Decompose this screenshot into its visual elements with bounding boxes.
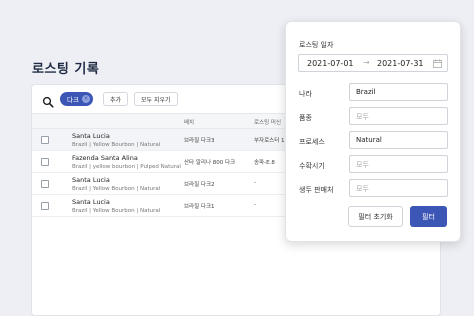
bean-details: Brazil | yellow bourbon | Pulped Natural: [72, 164, 181, 170]
column-header-machine: 로스팅 머신: [254, 120, 282, 126]
filter-chip[interactable]: 다크 ×: [60, 92, 93, 106]
bean-name: Santa Lucia: [72, 176, 110, 184]
country-field[interactable]: Brazil: [349, 83, 448, 101]
date-from[interactable]: 2021-07-01: [307, 59, 354, 68]
seller-field[interactable]: 모두: [349, 179, 448, 197]
bean-name: Santa Lucia: [72, 198, 110, 206]
clear-all-button[interactable]: 모두 지우기: [134, 92, 178, 106]
date-to[interactable]: 2021-07-31: [377, 59, 424, 68]
close-icon[interactable]: ×: [81, 95, 90, 103]
process-field[interactable]: Natural: [349, 131, 448, 149]
bean-name: Fazenda Santa Alina: [72, 154, 138, 162]
calendar-icon[interactable]: [433, 59, 442, 68]
roast-name: 브라질 다크1: [184, 204, 215, 210]
roast-machine: 부자로스터 1: [254, 138, 285, 144]
roast-machine: -: [254, 180, 256, 186]
process-label: 프로세스: [299, 138, 325, 146]
roast-machine: 송파-E.8: [254, 160, 275, 166]
column-header-batch: 배치: [184, 120, 195, 126]
row-checkbox[interactable]: [41, 136, 49, 144]
bean-details: Brazil | Yellow Bourbon | Natural: [72, 208, 161, 214]
add-button[interactable]: 추가: [102, 92, 129, 106]
date-label: 로스팅 일자: [299, 41, 334, 49]
reset-filter-button[interactable]: 필터 초기화: [348, 206, 403, 227]
variety-label: 품종: [299, 114, 312, 122]
filter-chip-label: 다크: [67, 96, 79, 104]
bean-details: Brazil | Yellow Bourbon | Natural: [72, 142, 161, 148]
roast-name: 산타 알리나 800 다크: [184, 160, 236, 166]
arrow-right-icon: →: [363, 58, 370, 67]
roast-name: 브라질 다크3: [184, 138, 215, 144]
filter-panel: 로스팅 일자 2021-07-01 → 2021-07-31 나라 Brazil…: [285, 21, 461, 242]
harvest-field[interactable]: 모두: [349, 155, 448, 173]
row-checkbox[interactable]: [41, 202, 49, 210]
date-range-picker[interactable]: 2021-07-01 → 2021-07-31: [298, 54, 448, 72]
roast-name: 브라질 다크2: [184, 182, 215, 188]
roast-machine: -: [254, 202, 256, 208]
bean-name: Santa Lucia: [72, 132, 110, 140]
apply-filter-button[interactable]: 필터: [410, 206, 447, 227]
variety-field[interactable]: 모두: [349, 107, 448, 125]
harvest-label: 수확시기: [299, 162, 325, 170]
seller-label: 생두 판매처: [299, 186, 334, 194]
row-checkbox[interactable]: [41, 180, 49, 188]
row-checkbox[interactable]: [41, 158, 49, 166]
search-icon[interactable]: [42, 93, 54, 108]
bean-details: Brazil | Yellow Bourbon | Natural: [72, 186, 161, 192]
page-title: 로스팅 기록: [32, 62, 100, 77]
country-label: 나라: [299, 90, 312, 98]
